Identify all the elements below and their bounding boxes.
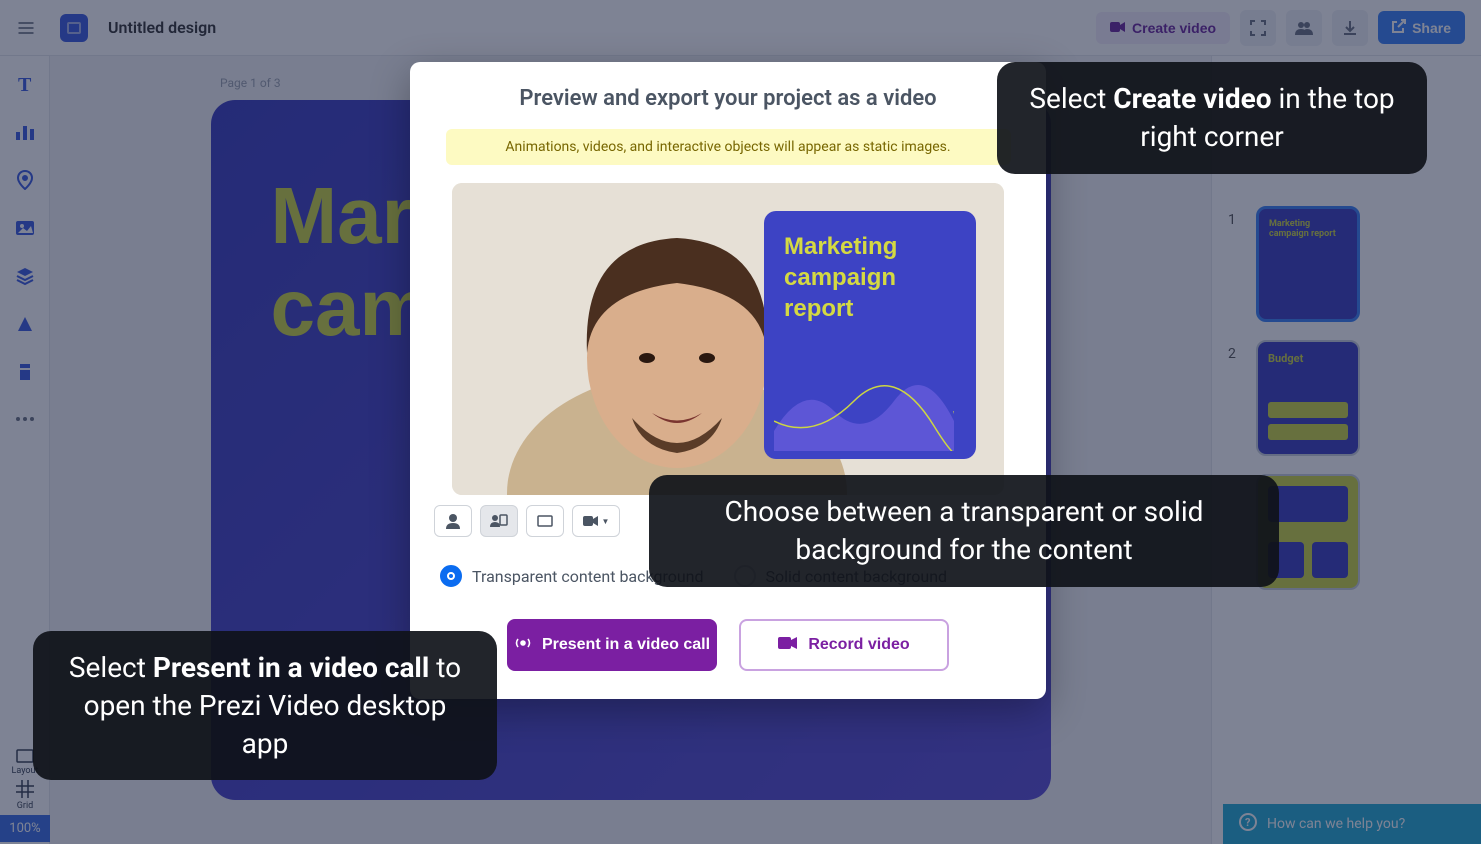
- export-video-modal: Preview and export your project as a vid…: [410, 62, 1046, 699]
- radio-circle-icon: [440, 565, 462, 587]
- layout-overlay[interactable]: [480, 505, 518, 537]
- annotation-present-call: Select Present in a video call to open t…: [33, 631, 497, 780]
- modal-warning-banner: Animations, videos, and interactive obje…: [446, 129, 1011, 165]
- layout-camera-dropdown[interactable]: ▼: [572, 505, 620, 537]
- chevron-down-icon: ▼: [602, 517, 610, 526]
- present-in-video-call-button[interactable]: Present in a video call: [507, 619, 717, 671]
- annotation-create-video: Select Create video in the top right cor…: [997, 62, 1427, 174]
- present-label: Present in a video call: [542, 636, 710, 654]
- video-camera-icon: [778, 636, 798, 655]
- modal-actions: Present in a video call Record video: [507, 619, 949, 671]
- video-preview: Marketing campaign report: [452, 183, 1004, 495]
- record-label: Record video: [808, 636, 909, 654]
- layout-person-only[interactable]: [434, 505, 472, 537]
- layout-content-only[interactable]: [526, 505, 564, 537]
- broadcast-icon: [514, 634, 532, 657]
- preview-card-title: Marketing campaign report: [784, 231, 956, 325]
- annotation-background-choice: Choose between a transparent or solid ba…: [649, 475, 1279, 587]
- preview-content-card: Marketing campaign report: [764, 211, 976, 459]
- record-video-button[interactable]: Record video: [739, 619, 949, 671]
- layout-mode-bar: ▼: [434, 505, 620, 537]
- modal-title: Preview and export your project as a vid…: [519, 86, 936, 111]
